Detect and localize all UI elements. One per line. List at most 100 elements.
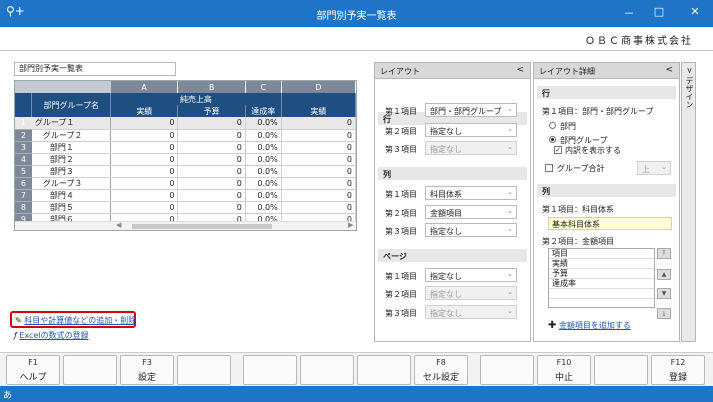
- cell-rate[interactable]: 0.0%: [245, 117, 282, 130]
- cell-actual-d[interactable]: 0: [281, 129, 356, 142]
- cell-rate[interactable]: 0.0%: [245, 141, 282, 154]
- table-row[interactable]: 2 グループ２ 0 0 0.0% 0: [15, 129, 356, 142]
- cell-rate[interactable]: 0.0%: [245, 189, 282, 202]
- report-title-input[interactable]: 部門別予実一覧表: [14, 62, 176, 76]
- cell-actual[interactable]: 0: [110, 177, 179, 190]
- group-total-checkbox[interactable]: [545, 164, 553, 172]
- list-item[interactable]: [549, 289, 654, 299]
- cell-rate[interactable]: 0.0%: [245, 201, 282, 214]
- row-item1-select[interactable]: 部門・部門グループ ⌄: [425, 103, 517, 117]
- f12-register-button[interactable]: F12 登録: [651, 355, 705, 385]
- cell-budget[interactable]: 0: [177, 153, 246, 166]
- col-letter-b[interactable]: B: [177, 81, 246, 93]
- row-item3-select[interactable]: 指定なし ⌄: [425, 141, 517, 155]
- cell-budget[interactable]: 0: [177, 117, 246, 130]
- cell-budget[interactable]: 0: [177, 141, 246, 154]
- design-tab[interactable]: > デザイン: [681, 62, 696, 342]
- col-letter-d[interactable]: D: [281, 81, 356, 93]
- radio-group[interactable]: [549, 136, 556, 143]
- cell-actual-d[interactable]: 0: [281, 201, 356, 214]
- add-items-link[interactable]: 科目や計算値などの追加・削除: [24, 316, 136, 325]
- minimize-button[interactable]: －: [621, 5, 637, 21]
- excel-formula-link[interactable]: Excelの数式の登録: [19, 331, 88, 340]
- table-row[interactable]: 3 部門１ 0 0 0.0% 0: [15, 141, 356, 154]
- f5-button[interactable]: [243, 355, 297, 385]
- row-item2-select[interactable]: 指定なし ⌄: [425, 123, 517, 137]
- col-letter-c[interactable]: C: [245, 81, 282, 93]
- cell-budget[interactable]: 0: [177, 165, 246, 178]
- radio-dept[interactable]: [549, 122, 556, 129]
- cell-actual[interactable]: 0: [110, 153, 179, 166]
- collapse-icon[interactable]: <: [665, 65, 673, 75]
- col-letter-a[interactable]: A: [110, 81, 179, 93]
- cell-budget[interactable]: 0: [177, 201, 246, 214]
- col-item2-select[interactable]: 金額項目 ⌄: [425, 205, 517, 219]
- move-bottom-icon[interactable]: ⤓: [657, 308, 671, 319]
- table-row[interactable]: 4 部門２ 0 0 0.0% 0: [15, 153, 356, 166]
- move-down-icon[interactable]: ▼: [657, 288, 671, 299]
- f4-button[interactable]: [177, 355, 231, 385]
- f6-button[interactable]: [300, 355, 354, 385]
- page-item3-select[interactable]: 指定なし ⌄: [425, 305, 517, 319]
- list-item[interactable]: 項目: [549, 249, 654, 259]
- move-top-icon[interactable]: ⤒: [657, 248, 671, 259]
- show-detail-checkbox[interactable]: ✓: [554, 146, 562, 154]
- add-items-link-box[interactable]: ✎ 科目や計算値などの追加・削除: [10, 311, 136, 328]
- amount-item-list[interactable]: 項目 実績 予算 達成率: [548, 248, 655, 308]
- cell-rate[interactable]: 0.0%: [245, 153, 282, 166]
- row-item3-label: 第３項目: [385, 145, 417, 154]
- cell-actual-d[interactable]: 0: [281, 141, 356, 154]
- f9-button[interactable]: [480, 355, 534, 385]
- table-row[interactable]: 8 部門５ 0 0 0.0% 0: [15, 201, 356, 214]
- cell-actual-d[interactable]: 0: [281, 165, 356, 178]
- table-row[interactable]: 5 部門３ 0 0 0.0% 0: [15, 165, 356, 178]
- cell-actual[interactable]: 0: [110, 117, 179, 130]
- add-amount-link-box[interactable]: ✚ 金額項目を追加する: [548, 320, 631, 331]
- cell-actual[interactable]: 0: [110, 189, 179, 202]
- collapse-icon[interactable]: <: [516, 65, 524, 75]
- cell-rate[interactable]: 0.0%: [245, 177, 282, 190]
- f8-cell-settings-button[interactable]: F8 セル設定: [414, 355, 468, 385]
- scroll-right-icon[interactable]: ▶: [348, 221, 353, 229]
- cell-rate[interactable]: 0.0%: [245, 129, 282, 142]
- cell-actual-d[interactable]: 0: [281, 117, 356, 130]
- cell-actual-d[interactable]: 0: [281, 177, 356, 190]
- f2-button[interactable]: [63, 355, 117, 385]
- maximize-button[interactable]: □: [651, 5, 667, 18]
- excel-formula-link-box[interactable]: ƒ Excelの数式の登録: [14, 330, 89, 341]
- scroll-left-icon[interactable]: ◀: [116, 221, 121, 229]
- cell-actual[interactable]: 0: [110, 141, 179, 154]
- list-item[interactable]: [549, 299, 654, 309]
- page-item2-select[interactable]: 指定なし ⌄: [425, 286, 517, 300]
- group-total-position-select[interactable]: 上 ⌄: [637, 161, 671, 175]
- cell-actual[interactable]: 0: [110, 201, 179, 214]
- close-button[interactable]: ✕: [687, 5, 703, 18]
- cell-budget[interactable]: 0: [177, 129, 246, 142]
- list-item[interactable]: 達成率: [549, 279, 654, 289]
- horizontal-scrollbar[interactable]: ◀ ▶: [15, 221, 356, 230]
- report-grid[interactable]: A B C D 部門グループ名 純売上高 実績 予算 達成率 実績 1 グループ…: [14, 80, 357, 231]
- page-item1-select[interactable]: 指定なし ⌄: [425, 268, 517, 282]
- cell-actual-d[interactable]: 0: [281, 189, 356, 202]
- scrollbar-thumb[interactable]: [132, 224, 272, 229]
- cell-actual[interactable]: 0: [110, 129, 179, 142]
- cell-budget[interactable]: 0: [177, 177, 246, 190]
- f10-cancel-button[interactable]: F10 中止: [537, 355, 591, 385]
- table-row[interactable]: 6 グループ３ 0 0 0.0% 0: [15, 177, 356, 190]
- list-item[interactable]: 予算: [549, 269, 654, 279]
- move-up-icon[interactable]: ▲: [657, 269, 671, 280]
- f3-settings-button[interactable]: F3 設定: [120, 355, 174, 385]
- cell-rate[interactable]: 0.0%: [245, 165, 282, 178]
- add-amount-link[interactable]: 金額項目を追加する: [559, 321, 631, 330]
- cell-actual[interactable]: 0: [110, 165, 179, 178]
- f1-help-button[interactable]: F1 ヘルプ: [6, 355, 60, 385]
- table-row[interactable]: 7 部門４ 0 0 0.0% 0: [15, 189, 356, 202]
- list-item[interactable]: 実績: [549, 259, 654, 269]
- f7-button[interactable]: [357, 355, 411, 385]
- col-item3-select[interactable]: 指定なし ⌄: [425, 223, 517, 237]
- cell-actual-d[interactable]: 0: [281, 153, 356, 166]
- table-row[interactable]: 1 グループ１ 0 0 0.0% 0: [15, 117, 356, 130]
- col-item1-select[interactable]: 科目体系 ⌄: [425, 186, 517, 200]
- f11-button[interactable]: [594, 355, 648, 385]
- cell-budget[interactable]: 0: [177, 189, 246, 202]
